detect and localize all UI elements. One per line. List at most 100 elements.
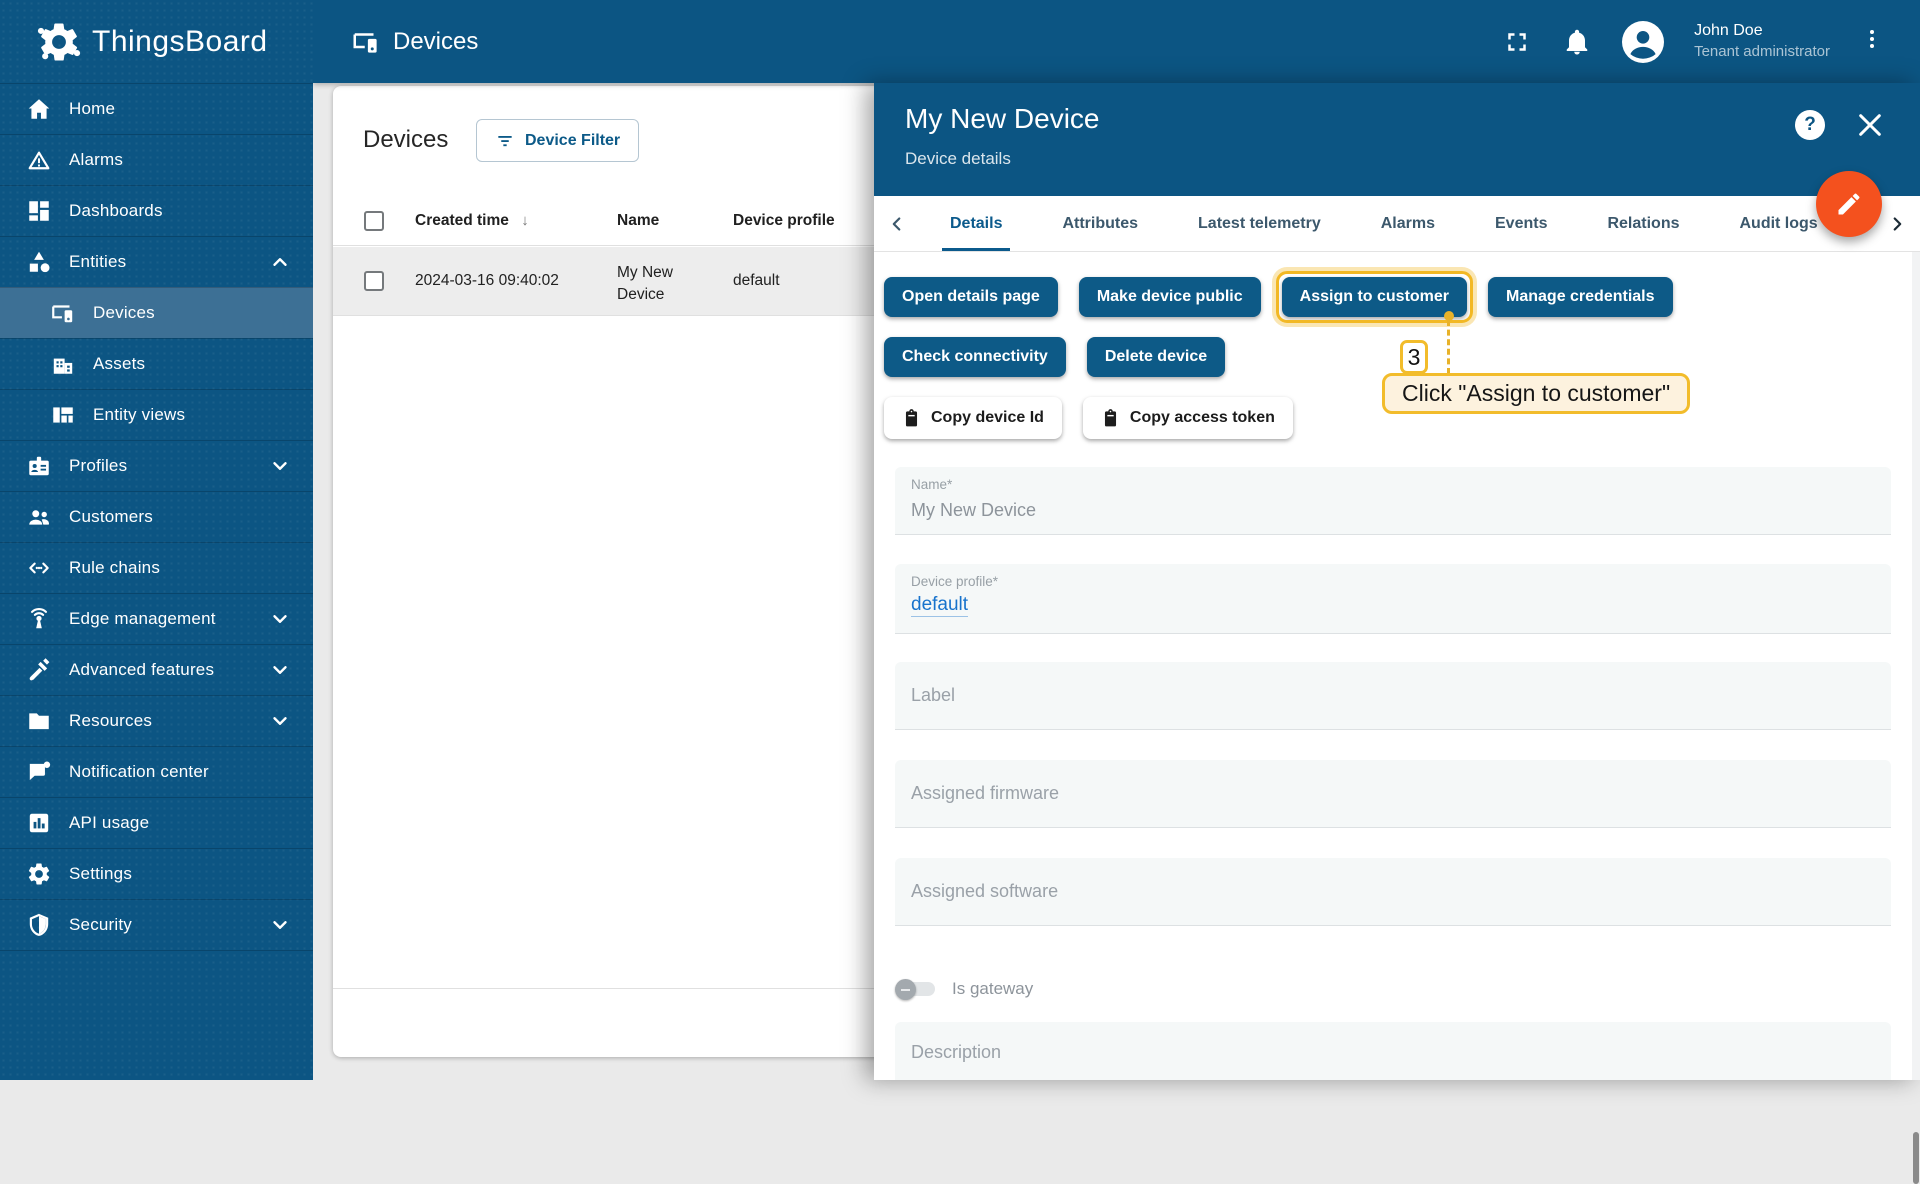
name-field[interactable]: Name* xyxy=(895,467,1891,535)
chevron-down-icon xyxy=(269,914,291,936)
tab-attributes[interactable]: Attributes xyxy=(1032,196,1168,251)
sidebar-item-dashboards[interactable]: Dashboards xyxy=(0,185,313,236)
devices-icon xyxy=(50,300,76,326)
cell-name: My New Device xyxy=(617,262,712,307)
column-header-name[interactable]: Name xyxy=(617,212,659,230)
tab-latest-telemetry[interactable]: Latest telemetry xyxy=(1168,196,1351,251)
sidebar-item-label: Customers xyxy=(69,507,153,527)
panel-subtitle: Device details xyxy=(905,149,1011,169)
api-usage-icon xyxy=(26,810,52,836)
tab-events[interactable]: Events xyxy=(1465,196,1577,251)
assign-to-customer-button[interactable]: Assign to customer xyxy=(1282,277,1467,317)
label-input[interactable] xyxy=(911,662,1807,729)
sidebar-item-entity-views[interactable]: Entity views xyxy=(0,389,313,440)
sidebar-item-profiles[interactable]: Profiles xyxy=(0,440,313,491)
chevron-down-icon xyxy=(269,608,291,630)
sidebar-item-settings[interactable]: Settings xyxy=(0,848,313,899)
manage-credentials-button[interactable]: Manage credentials xyxy=(1488,277,1673,317)
description-input[interactable] xyxy=(911,1042,1807,1063)
chevron-down-icon xyxy=(269,659,291,681)
annotation-tooltip: Click "Assign to customer" xyxy=(1382,373,1690,414)
user-menu[interactable]: John Doe Tenant administrator xyxy=(1694,21,1830,61)
name-input[interactable] xyxy=(911,500,1807,521)
copy-access-token-label: Copy access token xyxy=(1130,409,1275,427)
cell-device-profile: default xyxy=(733,272,780,290)
sidebar-item-advanced-features[interactable]: Advanced features xyxy=(0,644,313,695)
sidebar-item-api-usage[interactable]: API usage xyxy=(0,797,313,848)
delete-device-button[interactable]: Delete device xyxy=(1087,337,1225,377)
sort-desc-icon: ↓ xyxy=(521,212,529,229)
label-field[interactable] xyxy=(895,662,1891,730)
assigned-software-field[interactable] xyxy=(895,858,1891,926)
cell-created-time: 2024-03-16 09:40:02 xyxy=(415,272,559,290)
select-all-checkbox[interactable] xyxy=(364,211,384,231)
sidebar-item-edge-management[interactable]: Edge management xyxy=(0,593,313,644)
customers-icon xyxy=(26,504,52,530)
help-icon[interactable]: ? xyxy=(1795,110,1825,140)
tab-relations[interactable]: Relations xyxy=(1577,196,1709,251)
sidebar-item-label: Assets xyxy=(93,354,145,374)
sidebar-item-assets[interactable]: Assets xyxy=(0,338,313,389)
tab-alarms[interactable]: Alarms xyxy=(1351,196,1465,251)
advanced-features-icon xyxy=(26,657,52,683)
sidebar-item-label: Rule chains xyxy=(69,558,160,578)
sidebar-item-label: Security xyxy=(69,915,132,935)
annotation-step-badge: 3 xyxy=(1400,340,1428,374)
thingsboard-gear-logo-icon xyxy=(36,19,82,65)
clipboard-icon xyxy=(1101,409,1120,428)
device-profile-link[interactable]: default xyxy=(911,594,968,617)
fullscreen-icon[interactable] xyxy=(1502,27,1532,57)
device-profile-field[interactable]: Device profile* default xyxy=(895,564,1891,634)
copy-access-token-button[interactable]: Copy access token xyxy=(1083,397,1293,439)
devices-page-icon xyxy=(351,27,381,57)
annotation-connector-line xyxy=(1447,320,1450,374)
open-details-page-button[interactable]: Open details page xyxy=(884,277,1058,317)
sidebar-item-devices[interactable]: Devices xyxy=(0,287,313,338)
edit-fab-button[interactable] xyxy=(1816,171,1882,237)
scrollbar-thumb[interactable] xyxy=(1913,1132,1919,1184)
filter-icon xyxy=(495,131,515,151)
assigned-software-input[interactable] xyxy=(911,858,1807,925)
notification-center-icon xyxy=(26,759,52,785)
tab-details[interactable]: Details xyxy=(920,196,1032,251)
sidebar-item-entities[interactable]: Entities xyxy=(0,236,313,287)
annotation-connector-dot xyxy=(1444,311,1454,321)
tabs-scroll-left-icon[interactable] xyxy=(874,196,920,251)
copy-device-id-button[interactable]: Copy device Id xyxy=(884,397,1062,439)
device-filter-button[interactable]: Device Filter xyxy=(476,119,639,162)
sidebar-item-rule-chains[interactable]: Rule chains xyxy=(0,542,313,593)
device-details-panel: My New Device Device details ? Details A… xyxy=(874,83,1920,1080)
close-icon[interactable] xyxy=(1854,109,1886,141)
sidebar-item-label: Home xyxy=(69,99,115,119)
check-connectivity-button[interactable]: Check connectivity xyxy=(884,337,1066,377)
entity-views-icon xyxy=(50,402,76,428)
sidebar-item-home[interactable]: Home xyxy=(0,83,313,134)
column-header-device-profile[interactable]: Device profile xyxy=(733,212,835,230)
user-avatar[interactable] xyxy=(1622,21,1664,63)
divider xyxy=(0,950,313,951)
make-device-public-button[interactable]: Make device public xyxy=(1079,277,1261,317)
pencil-icon xyxy=(1835,190,1863,218)
sidebar-item-notification-center[interactable]: Notification center xyxy=(0,746,313,797)
row-checkbox[interactable] xyxy=(364,271,384,291)
notifications-bell-icon[interactable] xyxy=(1562,27,1592,57)
more-vert-icon[interactable] xyxy=(1860,27,1884,57)
is-gateway-toggle[interactable] xyxy=(895,979,937,999)
app-logo[interactable]: ThingsBoard xyxy=(0,0,313,83)
chevron-down-icon xyxy=(269,710,291,732)
sidebar-item-customers[interactable]: Customers xyxy=(0,491,313,542)
description-field[interactable] xyxy=(895,1022,1891,1080)
sidebar-item-security[interactable]: Security xyxy=(0,899,313,950)
sidebar-item-label: Settings xyxy=(69,864,132,884)
sidebar-item-resources[interactable]: Resources xyxy=(0,695,313,746)
panel-tabs: Details Attributes Latest telemetry Alar… xyxy=(874,196,1920,252)
column-header-created-time[interactable]: Created time ↓ xyxy=(415,212,529,230)
assigned-firmware-input[interactable] xyxy=(911,760,1807,827)
sidebar-item-alarms[interactable]: Alarms xyxy=(0,134,313,185)
sidebar-item-label: Profiles xyxy=(69,456,127,476)
panel-scrollbar[interactable] xyxy=(1912,252,1920,1080)
sidebar-item-label: Devices xyxy=(93,303,155,323)
panel-header: My New Device Device details ? xyxy=(874,83,1920,196)
sidebar-item-label: Alarms xyxy=(69,150,123,170)
assigned-firmware-field[interactable] xyxy=(895,760,1891,828)
